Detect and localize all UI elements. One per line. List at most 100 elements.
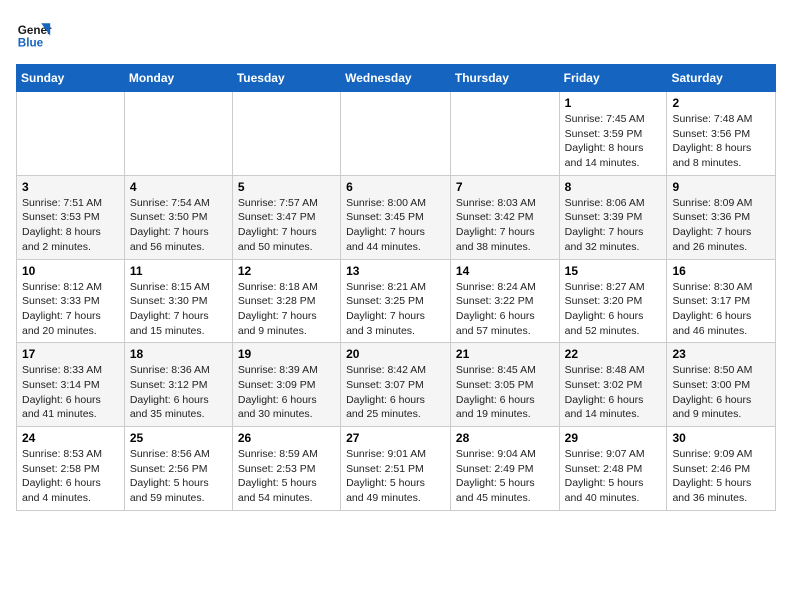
calendar-cell: 20 Sunrise: 8:42 AM Sunset: 3:07 PM Dayli…: [341, 343, 451, 427]
calendar-cell: 9 Sunrise: 8:09 AM Sunset: 3:36 PM Daylig…: [667, 175, 776, 259]
day-number: 7: [456, 180, 554, 194]
day-info: Sunrise: 7:57 AM Sunset: 3:47 PM Dayligh…: [238, 196, 335, 255]
day-info: Sunrise: 7:51 AM Sunset: 3:53 PM Dayligh…: [22, 196, 119, 255]
calendar-cell: 8 Sunrise: 8:06 AM Sunset: 3:39 PM Daylig…: [559, 175, 667, 259]
calendar-cell: [17, 92, 125, 176]
calendar-cell: 14 Sunrise: 8:24 AM Sunset: 3:22 PM Dayli…: [450, 259, 559, 343]
calendar-cell: 23Sunrise: 8:50 AM Sunset: 3:00 PM Dayli…: [667, 343, 776, 427]
day-number: 2: [672, 96, 770, 110]
calendar-cell: 27 Sunrise: 9:01 AM Sunset: 2:51 PM Dayli…: [341, 427, 451, 511]
day-number: 6: [346, 180, 445, 194]
day-info: Sunrise: 8:06 AM Sunset: 3:39 PM Dayligh…: [565, 196, 662, 255]
weekday-header-sunday: Sunday: [17, 65, 125, 92]
day-number: 20: [346, 347, 445, 361]
calendar-week-3: 10Sunrise: 8:12 AM Sunset: 3:33 PM Dayli…: [17, 259, 776, 343]
calendar-week-4: 17 Sunrise: 8:33 AM Sunset: 3:14 PM Dayli…: [17, 343, 776, 427]
svg-text:Blue: Blue: [18, 37, 44, 50]
calendar-cell: [450, 92, 559, 176]
calendar-week-2: 3 Sunrise: 7:51 AM Sunset: 3:53 PM Daylig…: [17, 175, 776, 259]
day-number: 26: [238, 431, 335, 445]
calendar-cell: 10Sunrise: 8:12 AM Sunset: 3:33 PM Dayli…: [17, 259, 125, 343]
day-info: Sunrise: 7:48 AM Sunset: 3:56 PM Dayligh…: [672, 112, 770, 171]
day-info: Sunrise: 9:01 AM Sunset: 2:51 PM Dayligh…: [346, 447, 445, 506]
calendar-cell: 24 Sunrise: 8:53 AM Sunset: 2:58 PM Dayli…: [17, 427, 125, 511]
weekday-header-wednesday: Wednesday: [341, 65, 451, 92]
day-number: 18: [130, 347, 227, 361]
calendar-cell: 22 Sunrise: 8:48 AM Sunset: 3:02 PM Dayli…: [559, 343, 667, 427]
day-info: Sunrise: 8:48 AM Sunset: 3:02 PM Dayligh…: [565, 363, 662, 422]
day-info: Sunrise: 8:53 AM Sunset: 2:58 PM Dayligh…: [22, 447, 119, 506]
day-info: Sunrise: 8:45 AM Sunset: 3:05 PM Dayligh…: [456, 363, 554, 422]
day-number: 3: [22, 180, 119, 194]
day-number: 10: [22, 264, 119, 278]
day-number: 11: [130, 264, 227, 278]
day-number: 8: [565, 180, 662, 194]
day-number: 22: [565, 347, 662, 361]
day-number: 29: [565, 431, 662, 445]
day-number: 21: [456, 347, 554, 361]
day-number: 4: [130, 180, 227, 194]
day-info: Sunrise: 8:36 AM Sunset: 3:12 PM Dayligh…: [130, 363, 227, 422]
day-info: Sunrise: 8:30 AM Sunset: 3:17 PM Dayligh…: [672, 280, 770, 339]
day-info: Sunrise: 9:07 AM Sunset: 2:48 PM Dayligh…: [565, 447, 662, 506]
calendar-cell: 5 Sunrise: 7:57 AM Sunset: 3:47 PM Daylig…: [232, 175, 340, 259]
calendar-cell: 7 Sunrise: 8:03 AM Sunset: 3:42 PM Daylig…: [450, 175, 559, 259]
day-info: Sunrise: 8:59 AM Sunset: 2:53 PM Dayligh…: [238, 447, 335, 506]
day-info: Sunrise: 8:09 AM Sunset: 3:36 PM Dayligh…: [672, 196, 770, 255]
calendar-cell: 12 Sunrise: 8:18 AM Sunset: 3:28 PM Dayli…: [232, 259, 340, 343]
calendar-cell: 15 Sunrise: 8:27 AM Sunset: 3:20 PM Dayli…: [559, 259, 667, 343]
day-number: 1: [565, 96, 662, 110]
calendar-cell: 25Sunrise: 8:56 AM Sunset: 2:56 PM Dayli…: [124, 427, 232, 511]
calendar-cell: 2 Sunrise: 7:48 AM Sunset: 3:56 PM Daylig…: [667, 92, 776, 176]
day-info: Sunrise: 8:03 AM Sunset: 3:42 PM Dayligh…: [456, 196, 554, 255]
calendar-cell: 29 Sunrise: 9:07 AM Sunset: 2:48 PM Dayli…: [559, 427, 667, 511]
calendar-cell: [124, 92, 232, 176]
day-info: Sunrise: 9:09 AM Sunset: 2:46 PM Dayligh…: [672, 447, 770, 506]
calendar-cell: 18 Sunrise: 8:36 AM Sunset: 3:12 PM Dayli…: [124, 343, 232, 427]
day-number: 13: [346, 264, 445, 278]
header: General Blue: [16, 16, 776, 52]
day-number: 5: [238, 180, 335, 194]
calendar-cell: 21 Sunrise: 8:45 AM Sunset: 3:05 PM Dayli…: [450, 343, 559, 427]
weekday-header-tuesday: Tuesday: [232, 65, 340, 92]
weekday-header-row: SundayMondayTuesdayWednesdayThursdayFrid…: [17, 65, 776, 92]
calendar-cell: [232, 92, 340, 176]
calendar-table: SundayMondayTuesdayWednesdayThursdayFrid…: [16, 64, 776, 511]
day-number: 16: [672, 264, 770, 278]
calendar-cell: 3 Sunrise: 7:51 AM Sunset: 3:53 PM Daylig…: [17, 175, 125, 259]
day-number: 14: [456, 264, 554, 278]
day-info: Sunrise: 7:54 AM Sunset: 3:50 PM Dayligh…: [130, 196, 227, 255]
day-info: Sunrise: 8:27 AM Sunset: 3:20 PM Dayligh…: [565, 280, 662, 339]
calendar-cell: 17 Sunrise: 8:33 AM Sunset: 3:14 PM Dayli…: [17, 343, 125, 427]
calendar-cell: 6Sunrise: 8:00 AM Sunset: 3:45 PM Daylig…: [341, 175, 451, 259]
calendar-cell: 1Sunrise: 7:45 AM Sunset: 3:59 PM Daylig…: [559, 92, 667, 176]
day-info: Sunrise: 8:50 AM Sunset: 3:00 PM Dayligh…: [672, 363, 770, 422]
day-number: 24: [22, 431, 119, 445]
day-number: 19: [238, 347, 335, 361]
day-number: 27: [346, 431, 445, 445]
calendar-cell: 13Sunrise: 8:21 AM Sunset: 3:25 PM Dayli…: [341, 259, 451, 343]
calendar-cell: 16 Sunrise: 8:30 AM Sunset: 3:17 PM Dayli…: [667, 259, 776, 343]
calendar-cell: 30 Sunrise: 9:09 AM Sunset: 2:46 PM Dayli…: [667, 427, 776, 511]
calendar-cell: 28 Sunrise: 9:04 AM Sunset: 2:49 PM Dayli…: [450, 427, 559, 511]
day-info: Sunrise: 8:39 AM Sunset: 3:09 PM Dayligh…: [238, 363, 335, 422]
day-info: Sunrise: 8:18 AM Sunset: 3:28 PM Dayligh…: [238, 280, 335, 339]
calendar-cell: 11 Sunrise: 8:15 AM Sunset: 3:30 PM Dayli…: [124, 259, 232, 343]
weekday-header-friday: Friday: [559, 65, 667, 92]
day-info: Sunrise: 8:42 AM Sunset: 3:07 PM Dayligh…: [346, 363, 445, 422]
logo-icon: General Blue: [16, 16, 52, 52]
day-number: 12: [238, 264, 335, 278]
day-number: 30: [672, 431, 770, 445]
day-number: 15: [565, 264, 662, 278]
day-info: Sunrise: 9:04 AM Sunset: 2:49 PM Dayligh…: [456, 447, 554, 506]
day-info: Sunrise: 8:24 AM Sunset: 3:22 PM Dayligh…: [456, 280, 554, 339]
day-info: Sunrise: 8:15 AM Sunset: 3:30 PM Dayligh…: [130, 280, 227, 339]
day-number: 28: [456, 431, 554, 445]
day-number: 9: [672, 180, 770, 194]
calendar-cell: 19 Sunrise: 8:39 AM Sunset: 3:09 PM Dayli…: [232, 343, 340, 427]
logo-area: General Blue: [16, 16, 56, 52]
weekday-header-saturday: Saturday: [667, 65, 776, 92]
weekday-header-thursday: Thursday: [450, 65, 559, 92]
day-number: 17: [22, 347, 119, 361]
day-info: Sunrise: 8:33 AM Sunset: 3:14 PM Dayligh…: [22, 363, 119, 422]
